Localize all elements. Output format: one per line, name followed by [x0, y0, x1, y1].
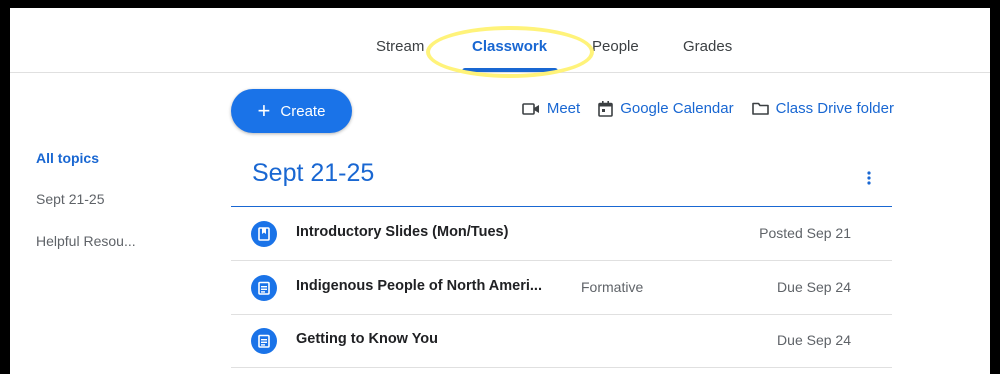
plus-icon: +	[257, 98, 271, 123]
item-title: Introductory Slides (Mon/Tues)	[296, 224, 509, 240]
active-tab-indicator	[462, 68, 558, 72]
item-title: Indigenous People of North Ameri...	[296, 278, 542, 294]
folder-icon	[751, 102, 769, 115]
sidebar-item-sept-21-25[interactable]: Sept 21-25	[36, 191, 105, 207]
video-camera-icon	[522, 102, 540, 115]
class-drive-folder-link[interactable]: Class Drive folder	[751, 100, 894, 117]
sidebar-item-all-topics[interactable]: All topics	[36, 150, 99, 166]
tab-stream[interactable]: Stream	[376, 38, 424, 55]
meet-link[interactable]: Meet	[522, 100, 580, 117]
item-date: Posted Sep 21	[759, 225, 851, 241]
item-tag: Formative	[581, 279, 644, 295]
item-date: Due Sep 24	[777, 332, 851, 348]
class-drive-folder-link-label: Class Drive folder	[775, 100, 894, 117]
calendar-icon	[598, 100, 614, 117]
list-item[interactable]: Introductory Slides (Mon/Tues) Posted Se…	[231, 207, 892, 261]
list-item[interactable]: Indigenous People of North Ameri... Form…	[231, 261, 892, 315]
create-button-label: Create	[280, 102, 326, 120]
tab-classwork[interactable]: Classwork	[472, 38, 547, 55]
create-button[interactable]: + Create	[231, 89, 352, 133]
class-links: Meet Google Calendar Class Drive folder	[522, 100, 894, 117]
item-title: Getting to Know You	[296, 331, 439, 347]
item-date: Due Sep 24	[777, 279, 851, 295]
assignment-icon	[251, 328, 277, 354]
top-tab-bar: Stream Classwork People Grades	[10, 8, 990, 73]
assignment-icon	[251, 275, 277, 301]
more-options-icon[interactable]	[862, 170, 876, 186]
topic-title: Sept 21-25	[252, 159, 375, 187]
google-calendar-link[interactable]: Google Calendar	[598, 100, 734, 117]
list-item[interactable]: Getting to Know You Due Sep 24	[231, 314, 892, 368]
classroom-window: Stream Classwork People Grades + Create …	[10, 8, 990, 374]
tab-people[interactable]: People	[592, 38, 639, 55]
material-icon	[251, 221, 277, 247]
meet-link-label: Meet	[546, 100, 581, 117]
tab-grades[interactable]: Grades	[683, 38, 732, 55]
sidebar-item-helpful-resources[interactable]: Helpful Resou...	[36, 233, 136, 249]
google-calendar-link-label: Google Calendar	[620, 100, 734, 117]
